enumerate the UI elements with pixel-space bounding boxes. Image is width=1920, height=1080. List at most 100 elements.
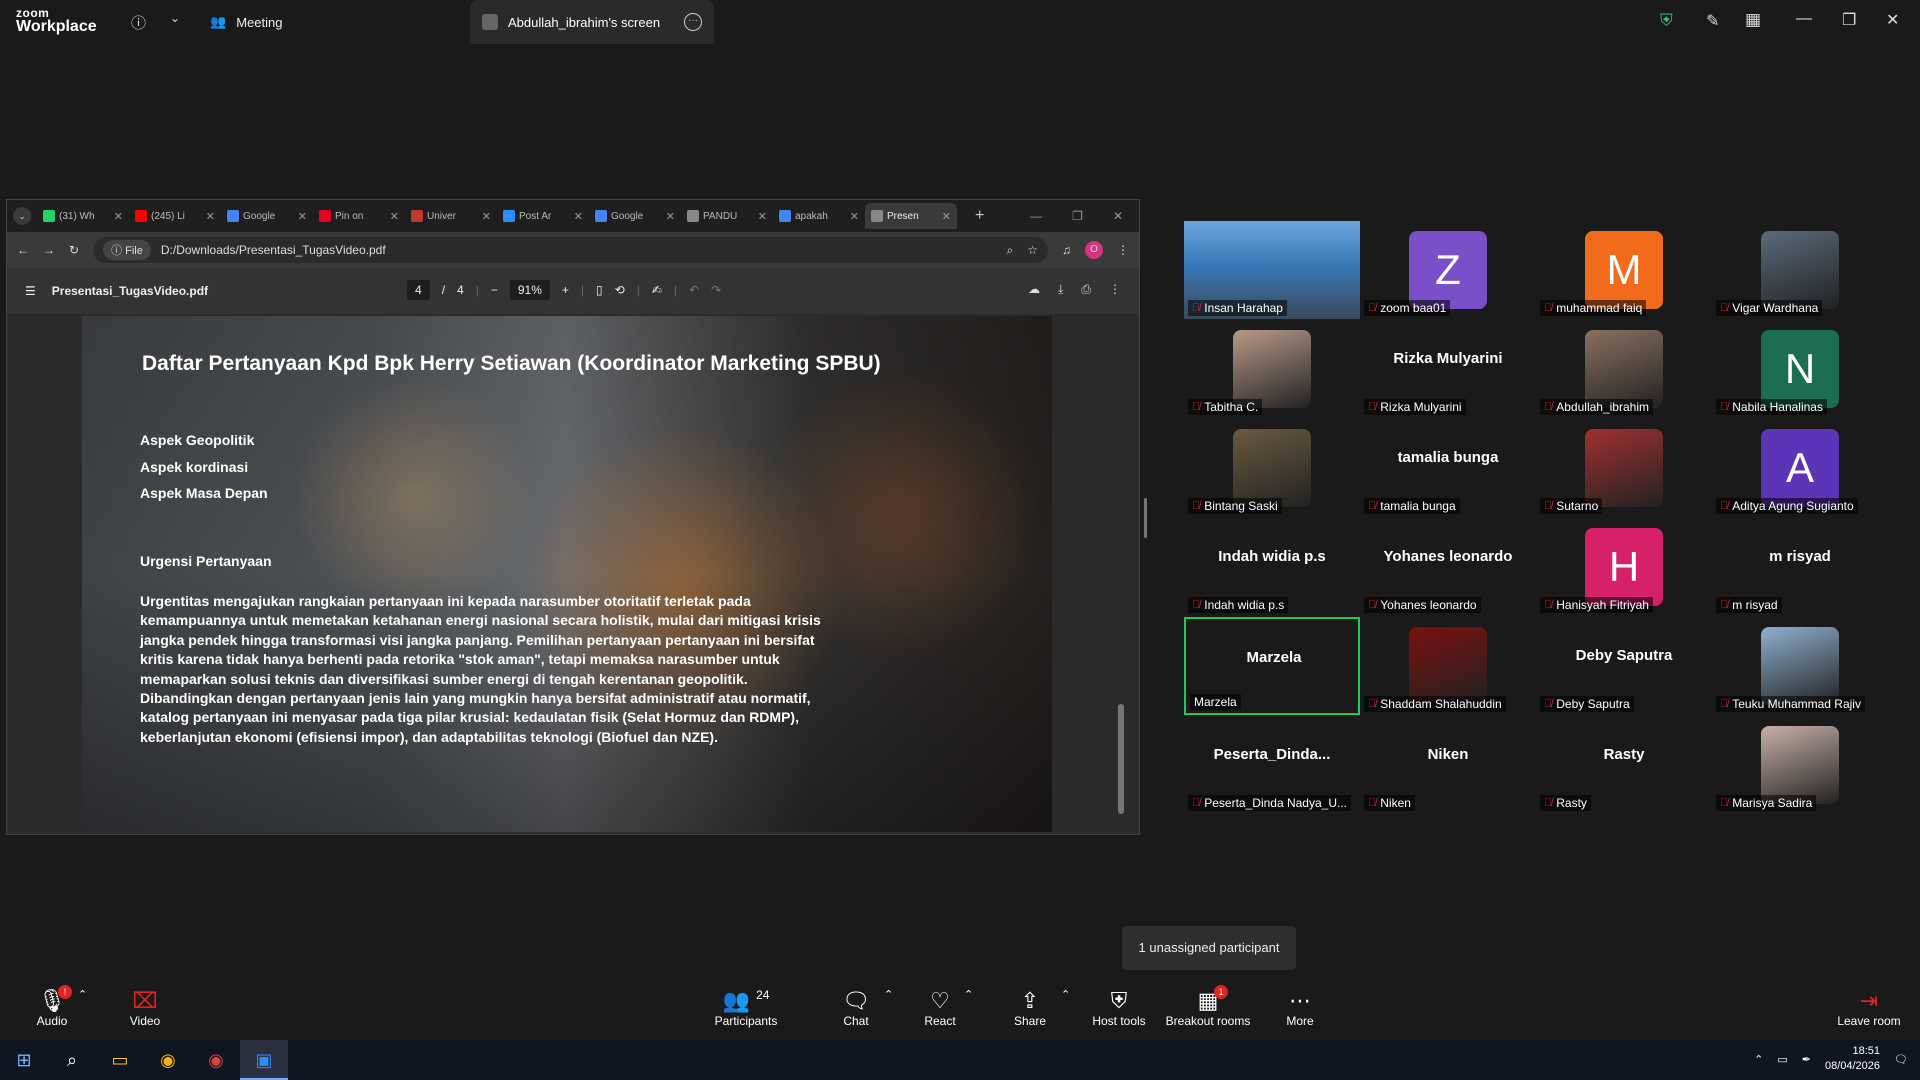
zoom-out-icon[interactable]: − xyxy=(491,283,498,297)
audio-options-icon[interactable]: ⌃ xyxy=(78,988,87,1001)
chat-button[interactable]: 🗨 Chat xyxy=(836,988,876,1028)
tab-close-icon[interactable]: ✕ xyxy=(850,210,859,223)
browser-tab[interactable]: (245) Li ✕ xyxy=(129,203,221,229)
browser-tab[interactable]: Presen ✕ xyxy=(865,203,957,229)
participant-tile[interactable]: A 🎙̸ Aditya Agung Sugianto xyxy=(1712,419,1888,517)
zoom-in-icon[interactable]: + xyxy=(562,283,569,297)
split-view-handle[interactable] xyxy=(1144,498,1147,538)
browser-tab[interactable]: Google ✕ xyxy=(221,203,313,229)
new-tab-icon[interactable]: + xyxy=(975,207,984,225)
back-icon[interactable]: ← xyxy=(17,243,29,257)
minimize-icon[interactable]: — xyxy=(1796,10,1812,28)
fit-page-icon[interactable]: ▯ xyxy=(596,283,603,297)
participant-tile[interactable]: Deby Saputra 🎙̸ Deby Saputra xyxy=(1536,617,1712,715)
pen-icon[interactable]: ✒ xyxy=(1802,1053,1811,1066)
tray-chevron-icon[interactable]: ⌃ xyxy=(1754,1053,1763,1066)
tab-close-icon[interactable]: ✕ xyxy=(114,210,123,223)
participant-tile[interactable]: 🎙̸ Vigar Wardhana xyxy=(1712,221,1888,319)
participant-tile[interactable]: 🎙̸ Teuku Muhammad Rajiv xyxy=(1712,617,1888,715)
shield-check-icon[interactable]: ⛨ xyxy=(1660,11,1673,31)
participant-tile[interactable]: Z 🎙̸ zoom baa01 xyxy=(1360,221,1536,319)
participant-tile[interactable]: Rasty 🎙̸ Rasty xyxy=(1536,716,1712,814)
network-icon[interactable]: ▭ xyxy=(1777,1053,1787,1066)
info-icon[interactable]: ⓘ xyxy=(131,12,146,33)
participant-tile[interactable]: 🎙̸ Tabitha C. xyxy=(1184,320,1360,418)
zoom-search-icon[interactable]: ⌕ xyxy=(1007,243,1014,258)
reload-icon[interactable]: ↻ xyxy=(69,243,79,257)
file-chip[interactable]: ⓘ File xyxy=(103,240,151,260)
participants-button[interactable]: 👥 24 Participants xyxy=(708,988,784,1028)
chevron-down-icon[interactable]: ⌄ xyxy=(170,11,180,25)
audio-button[interactable]: 🎙! Audio xyxy=(30,985,74,1028)
zoom-app-icon[interactable]: ▣ xyxy=(240,1040,288,1080)
more-options-icon[interactable]: ··· xyxy=(684,13,702,31)
search-icon[interactable]: ⌕ xyxy=(48,1040,96,1080)
react-button[interactable]: ♡ React xyxy=(920,988,960,1028)
browser-minimize-icon[interactable]: — xyxy=(1030,209,1042,223)
pdf-scrollbar[interactable] xyxy=(1115,314,1127,834)
chrome-icon[interactable]: ◉ xyxy=(144,1040,192,1080)
participant-tile[interactable]: Rizka Mulyarini 🎙̸ Rizka Mulyarini xyxy=(1360,320,1536,418)
react-options-icon[interactable]: ⌃ xyxy=(964,988,973,1001)
browser-tab[interactable]: PANDU ✕ xyxy=(681,203,773,229)
participant-tile[interactable]: 🎙̸ Abdullah_ibrahim xyxy=(1536,320,1712,418)
participant-tile[interactable]: Marzela Marzela xyxy=(1184,617,1360,715)
media-control-icon[interactable]: ♫ xyxy=(1062,243,1071,257)
tab-close-icon[interactable]: ✕ xyxy=(942,210,951,223)
page-number-input[interactable]: 4 xyxy=(407,280,430,300)
browser-restore-icon[interactable]: ❐ xyxy=(1072,209,1083,223)
file-explorer-icon[interactable]: ▭ xyxy=(96,1040,144,1080)
rotate-icon[interactable]: ⟲ xyxy=(615,283,625,297)
participant-tile[interactable]: m risyad 🎙̸ m risyad xyxy=(1712,518,1888,616)
participant-tile[interactable]: 🎙̸ Bintang Saski xyxy=(1184,419,1360,517)
chat-options-icon[interactable]: ⌃ xyxy=(884,988,893,1001)
browser-menu-icon[interactable]: ⋮ xyxy=(1117,243,1129,257)
chrome-profile-icon[interactable]: ◉ xyxy=(192,1040,240,1080)
browser-tab[interactable]: Pin on ✕ xyxy=(313,203,405,229)
browser-tab[interactable]: Univer ✕ xyxy=(405,203,497,229)
redo-icon[interactable]: ↷ xyxy=(711,283,721,297)
host-tools-button[interactable]: ⛨ Host tools xyxy=(1090,988,1148,1028)
tab-search-icon[interactable]: ⌄ xyxy=(13,207,31,225)
browser-tab[interactable]: apakah ✕ xyxy=(773,203,865,229)
share-button[interactable]: ⇪ Share xyxy=(1010,988,1050,1028)
browser-tab[interactable]: (31) Wh ✕ xyxy=(37,203,129,229)
participant-tile[interactable]: tamalia bunga 🎙̸ tamalia bunga xyxy=(1360,419,1536,517)
tab-close-icon[interactable]: ✕ xyxy=(574,210,583,223)
participant-tile[interactable]: Peserta_Dinda... 🎙̸ Peserta_Dinda Nadya_U.… xyxy=(1184,716,1360,814)
participant-tile[interactable]: 🎙̸ Shaddam Shalahuddin xyxy=(1360,617,1536,715)
pdf-viewer[interactable]: Daftar Pertanyaan Kpd Bpk Herry Setiawan… xyxy=(7,314,1127,834)
more-button[interactable]: ⋯ More xyxy=(1284,988,1316,1028)
breakout-rooms-button[interactable]: ▦ 1 Breakout rooms xyxy=(1164,985,1252,1028)
leave-room-button[interactable]: ⇥ Leave room xyxy=(1836,988,1902,1028)
view-layout-icon[interactable]: ▦ xyxy=(1745,10,1761,30)
drive-save-icon[interactable]: ☁ xyxy=(1028,282,1040,297)
browser-tab[interactable]: Google ✕ xyxy=(589,203,681,229)
participant-tile[interactable]: H 🎙̸ Hanisyah Fitriyah xyxy=(1536,518,1712,616)
zoom-level-input[interactable]: 91% xyxy=(509,280,550,300)
download-icon[interactable]: ⤓ xyxy=(1058,282,1063,297)
participant-tile[interactable]: 🎙̸ Sutarno xyxy=(1536,419,1712,517)
participant-tile[interactable]: Niken 🎙̸ Niken xyxy=(1360,716,1536,814)
tab-close-icon[interactable]: ✕ xyxy=(390,210,399,223)
participant-tile[interactable]: N 🎙̸ Nabila Hanalinas xyxy=(1712,320,1888,418)
shared-screen-tab[interactable]: Abdullah_ibrahim's screen ··· xyxy=(470,0,714,44)
participant-tile[interactable]: M 🎙̸ muhammad faiq xyxy=(1536,221,1712,319)
restore-icon[interactable]: ❐ xyxy=(1842,10,1856,30)
pdf-scroll-thumb[interactable] xyxy=(1118,704,1124,814)
tab-close-icon[interactable]: ✕ xyxy=(758,210,767,223)
browser-tab[interactable]: Post Ar ✕ xyxy=(497,203,589,229)
browser-close-icon[interactable]: ✕ xyxy=(1113,209,1123,223)
windows-start-icon[interactable]: ⊞ xyxy=(0,1040,48,1080)
draw-icon[interactable]: ✍ xyxy=(652,283,662,297)
address-bar[interactable]: ⓘ File D:/Downloads/Presentasi_TugasVide… xyxy=(93,237,1048,263)
pencil-icon[interactable]: ✎ xyxy=(1706,11,1719,31)
notification-icon[interactable]: 🗨 xyxy=(1894,1053,1908,1066)
tab-close-icon[interactable]: ✕ xyxy=(298,210,307,223)
close-icon[interactable]: ✕ xyxy=(1886,10,1899,30)
share-options-icon[interactable]: ⌃ xyxy=(1061,988,1070,1001)
participant-tile[interactable]: 🎙̸ Insan Harahap xyxy=(1184,221,1360,319)
tab-close-icon[interactable]: ✕ xyxy=(206,210,215,223)
video-button[interactable]: ⌧ Video xyxy=(120,988,170,1028)
print-icon[interactable]: ⎙ xyxy=(1081,282,1091,297)
